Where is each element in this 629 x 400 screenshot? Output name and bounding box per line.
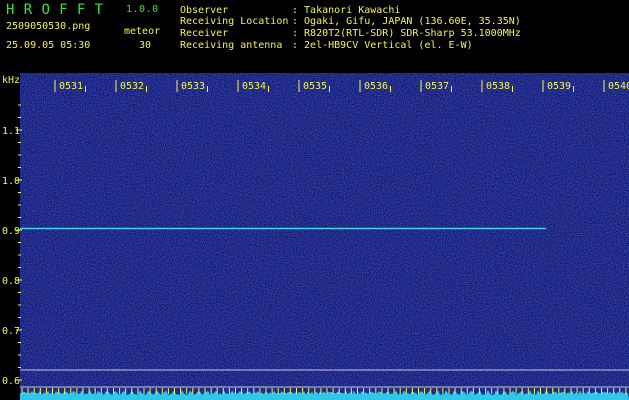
- x-tick-label: 0535: [303, 81, 327, 92]
- y-unit-label: kHz: [2, 75, 20, 86]
- y-tick-label: 0.7: [2, 326, 20, 337]
- x-tick-label: 0537: [425, 81, 449, 92]
- spectrogram: 0531 0532 0533 0534 0535 0536 0537 0538 0539 0540…: [2, 73, 629, 400]
- x-tick-label: 0531: [59, 81, 83, 92]
- y-tick-label: 0.8: [2, 276, 20, 287]
- x-tick-label: 0534: [242, 81, 266, 92]
- x-tick-label: 0540: [608, 81, 629, 92]
- x-tick-label: 0538: [486, 81, 510, 92]
- x-tick-label: 0539: [547, 81, 571, 92]
- y-tick-label: 1.0: [2, 176, 20, 187]
- x-tick-label: 0532: [120, 81, 144, 92]
- y-tick-label: 0.6: [2, 376, 20, 387]
- x-tick-label: 0536: [364, 81, 388, 92]
- x-tick-label: 0533: [181, 81, 205, 92]
- spectrogram-noise: [20, 73, 629, 400]
- y-tick-label: 0.9: [2, 226, 20, 237]
- y-tick-label: 1.1: [2, 126, 20, 137]
